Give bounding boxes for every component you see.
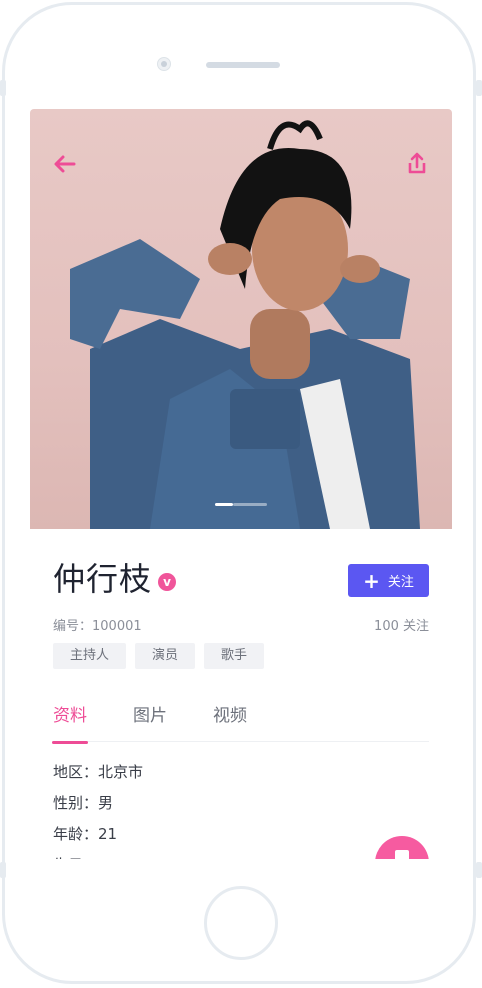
side-button (476, 80, 482, 96)
meta-row: 编号：100001 100 关注 (53, 615, 429, 634)
share-icon (408, 152, 426, 174)
share-button[interactable] (402, 149, 432, 179)
info-list: 地区：北京市 性别：男 年龄：21 生日：1998-08-08 (53, 757, 185, 859)
side-button (0, 80, 6, 96)
info-gender: 性别：男 (53, 794, 114, 812)
plus-icon: + (363, 568, 380, 593)
pager-dot-active (215, 503, 233, 506)
profile-name: 仲行枝 (53, 560, 153, 598)
verified-badge: v (158, 573, 177, 591)
arrow-left-icon (54, 155, 76, 173)
tab-videos[interactable]: 视频 (213, 697, 247, 741)
info-age: 年龄：21 (53, 825, 118, 843)
tab-photos[interactable]: 图片 (133, 697, 167, 741)
app-screen: 仲行枝 v + 关注 编号：100001 100 关注 主持人 演员 歌手 资料… (30, 109, 452, 859)
side-button (0, 862, 6, 878)
floating-action-button[interactable] (375, 836, 429, 859)
tab-bar: 资料 图片 视频 (52, 697, 429, 744)
name-row: 仲行枝 v (53, 559, 177, 599)
earpiece-speaker (206, 62, 280, 68)
info-region: 地区：北京市 (53, 763, 144, 781)
follow-count: 100 关注 (374, 619, 429, 634)
side-button (476, 862, 482, 878)
tag[interactable]: 歌手 (204, 643, 265, 669)
profile-photo-illustration (70, 120, 420, 529)
tag[interactable]: 主持人 (53, 643, 127, 669)
follow-label: 关注 (387, 575, 414, 590)
tab-profile[interactable]: 资料 (52, 697, 88, 744)
image-pager (215, 503, 267, 506)
profile-photo[interactable] (30, 109, 452, 529)
tag[interactable]: 演员 (135, 643, 196, 669)
pager-dot (233, 503, 267, 506)
follow-button[interactable]: + 关注 (348, 564, 429, 597)
info-birthday: 生日：1998-08-08 (53, 850, 185, 859)
tag-list: 主持人 演员 歌手 (53, 643, 265, 669)
profile-id: 编号：100001 (53, 619, 142, 634)
back-button[interactable] (50, 149, 80, 179)
fab-icon (395, 850, 409, 859)
front-camera (157, 57, 171, 71)
home-button[interactable] (204, 886, 278, 960)
